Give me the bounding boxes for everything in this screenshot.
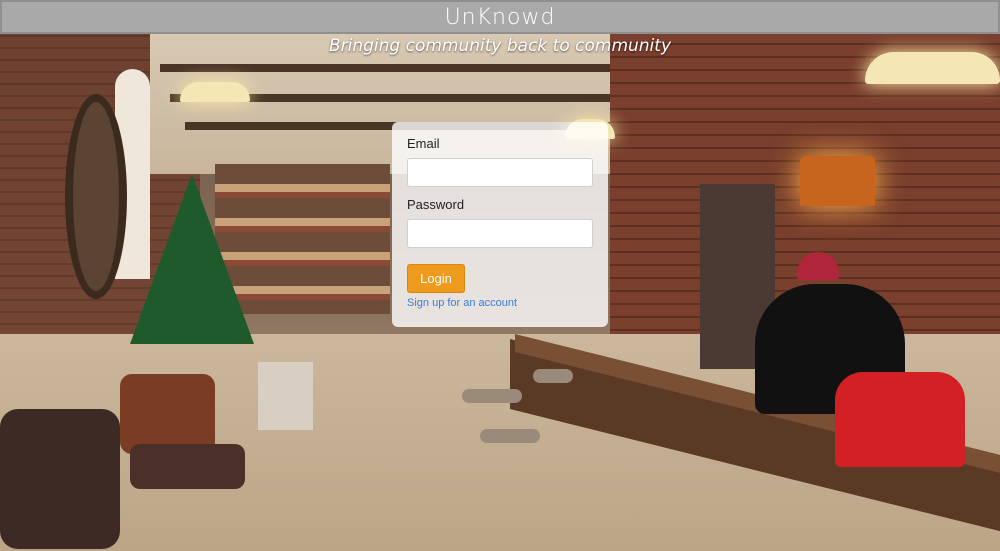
pendant-lamp	[180, 82, 250, 102]
table-lamp	[800, 156, 875, 206]
app-title: UnKnowd	[444, 4, 556, 30]
ceiling-beam	[160, 64, 680, 72]
pendant-lamp	[865, 52, 1000, 84]
leather-armchair	[0, 409, 120, 549]
top-header-bar: UnKnowd	[0, 0, 1000, 34]
leather-ottoman	[130, 444, 245, 489]
password-label: Password	[407, 197, 465, 212]
tagline: Bringing community back to community	[328, 36, 672, 56]
bar-stool	[533, 369, 573, 383]
password-field[interactable]	[407, 219, 593, 248]
wagon-wheel-decor	[65, 94, 127, 299]
login-form: Email Password Login Sign up for an acco…	[392, 122, 608, 327]
red-jacket-on-chair	[835, 372, 965, 467]
email-field[interactable]	[407, 158, 593, 187]
email-label: Email	[407, 136, 440, 151]
signup-link[interactable]: Sign up for an account	[407, 297, 593, 309]
christmas-tree	[130, 174, 254, 344]
login-button[interactable]: Login	[407, 264, 465, 293]
bar-stool	[480, 429, 540, 443]
bar-stool	[462, 389, 522, 403]
side-table	[258, 362, 313, 430]
upholstered-chair	[120, 374, 215, 454]
